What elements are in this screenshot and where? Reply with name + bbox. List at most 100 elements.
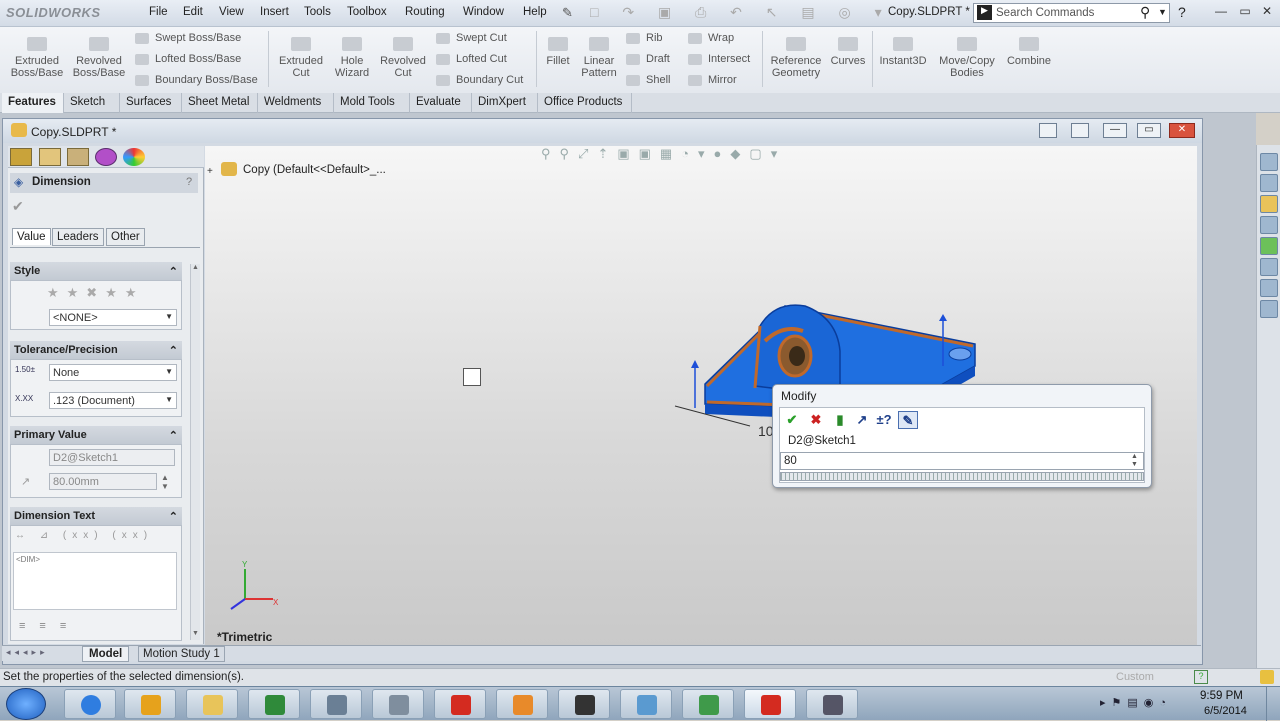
value-spinner[interactable]: ▲ ▼ [161, 473, 169, 491]
menu-toolbox[interactable]: Toolbox [347, 6, 387, 18]
tab-dimxpert[interactable]: DimXpert [472, 93, 538, 113]
tab-value[interactable]: Value [12, 228, 51, 245]
chevron-down-icon[interactable]: ▼ [1158, 7, 1167, 17]
taskbar-ie[interactable] [64, 689, 116, 719]
doc-maximize-button[interactable]: ▭ [1137, 123, 1161, 138]
property-manager-icon[interactable] [39, 148, 61, 166]
configuration-manager-icon[interactable] [67, 148, 89, 166]
start-button[interactable] [6, 688, 46, 720]
menu-tools[interactable]: Tools [304, 6, 331, 18]
show-desktop-button[interactable] [1266, 687, 1280, 721]
modify-value-input[interactable]: 80 ▲ ▼ [780, 452, 1144, 470]
style-favorites-icons[interactable]: ★★✖★★ [47, 285, 145, 301]
tab-features[interactable]: Features [2, 93, 64, 113]
menu-edit[interactable]: Edit [183, 6, 203, 18]
notification-icon[interactable] [1260, 670, 1274, 684]
units-status[interactable]: Custom [1116, 671, 1154, 683]
tab-mold-tools[interactable]: Mold Tools [334, 93, 410, 113]
library-icon[interactable] [1260, 300, 1278, 318]
tab-office-products[interactable]: Office Products [538, 93, 632, 113]
dimension-text-header[interactable]: Dimension Text ⌃ [10, 507, 182, 525]
expand-tree-icon[interactable]: + [207, 166, 213, 177]
revolved-boss-button[interactable]: Revolved Boss/Base [70, 37, 128, 79]
system-tray-icons[interactable]: ▸⚑▤◉◔ [1100, 696, 1172, 709]
restore-button[interactable]: ▭ [1234, 4, 1256, 21]
feature-manager-icon[interactable] [10, 148, 32, 166]
dimension-text-tools-icons[interactable]: ↔ ⊿ (xx) (xx) [15, 530, 153, 541]
reset-spin-icon[interactable]: ✎ [898, 411, 918, 429]
boundary-cut-button[interactable]: Boundary Cut [436, 74, 523, 86]
fillet-button[interactable]: Fillet [540, 37, 576, 67]
linear-pattern-button[interactable]: Linear Pattern [578, 37, 620, 79]
curves-button[interactable]: Curves [828, 37, 868, 67]
extruded-cut-button[interactable]: Extruded Cut [274, 37, 328, 79]
minimize-button[interactable]: — [1210, 4, 1232, 21]
mirror-button[interactable]: Mirror [688, 74, 737, 86]
taskbar-camtasia[interactable] [372, 689, 424, 719]
tab-weldments[interactable]: Weldments [258, 93, 334, 113]
ok-check-icon[interactable]: ✔ [12, 198, 24, 215]
search-scope-icon[interactable]: ▶ [977, 5, 992, 20]
tab-motion-study[interactable]: Motion Study 1 [138, 646, 225, 662]
text-justify-icons[interactable]: ≡≡≡ [19, 620, 80, 632]
cascade-icon[interactable] [1071, 123, 1089, 138]
taskbar-cmd[interactable] [558, 689, 610, 719]
taskbar-info-app[interactable] [310, 689, 362, 719]
resources-icon[interactable] [1260, 174, 1278, 192]
taskbar-explorer[interactable] [186, 689, 238, 719]
swept-cut-button[interactable]: Swept Cut [436, 32, 507, 44]
tab-sketch[interactable]: Sketch [64, 93, 120, 113]
reference-geometry-button[interactable]: Reference Geometry [766, 37, 826, 79]
heads-up-view-toolbar[interactable]: ⚲⚲⤢⇡▣▣▦◔▾●◆▢▾ [541, 146, 786, 162]
menu-file[interactable]: File [149, 6, 168, 18]
panel-scrollbar[interactable]: ▲ ▼ [190, 264, 200, 640]
tab-leaders[interactable]: Leaders [52, 228, 104, 246]
rib-button[interactable]: Rib [626, 32, 663, 44]
tab-scroll-arrows[interactable]: ◂◂◂▸▸ [6, 647, 49, 658]
intersect-button[interactable]: Intersect [688, 53, 750, 65]
clock-time[interactable]: 9:59 PM [1200, 690, 1243, 702]
clock-date[interactable]: 6/5/2014 [1204, 705, 1247, 717]
primary-value-header[interactable]: Primary Value ⌃ [10, 426, 182, 444]
taskbar-solidworks-1[interactable] [434, 689, 486, 719]
mark-for-drawing-icon[interactable]: ±? [874, 411, 894, 429]
reverse-sense-icon[interactable]: ↗ [852, 411, 872, 429]
taskbar-book[interactable] [620, 689, 672, 719]
help-icon[interactable]: ? [186, 176, 192, 188]
dimension-value-field[interactable]: 80.00mm [49, 473, 157, 490]
tolerance-type-dropdown[interactable]: None ▼ [49, 364, 177, 381]
taskbar-solidworks-active[interactable] [744, 689, 796, 719]
revolved-cut-button[interactable]: Revolved Cut [376, 37, 430, 79]
taskbar-sw-explorer[interactable] [496, 689, 548, 719]
swept-boss-button[interactable]: Swept Boss/Base [135, 32, 241, 44]
taskbar-excel[interactable] [248, 689, 300, 719]
appearances-icon[interactable] [1260, 258, 1278, 276]
instant3d-button[interactable]: Instant3D [876, 37, 930, 67]
shell-button[interactable]: Shell [626, 74, 670, 86]
search-input[interactable]: Search Commands [996, 7, 1094, 19]
tab-model[interactable]: Model [82, 646, 130, 662]
taskbar-outlook[interactable] [124, 689, 176, 719]
taskbar-recorder[interactable] [806, 689, 858, 719]
wrap-button[interactable]: Wrap [688, 32, 734, 44]
tab-evaluate[interactable]: Evaluate [410, 93, 472, 113]
menu-routing[interactable]: Routing [405, 6, 445, 18]
tab-other[interactable]: Other [106, 228, 145, 246]
help-status-icon[interactable]: ? [1194, 670, 1208, 684]
move-copy-bodies-button[interactable]: Move/Copy Bodies [934, 37, 1000, 79]
display-manager-icon[interactable] [123, 148, 145, 166]
tolerance-header[interactable]: Tolerance/Precision ⌃ [10, 341, 182, 359]
dimxpert-manager-icon[interactable] [95, 148, 117, 166]
menu-window[interactable]: Window [463, 6, 504, 18]
flyout-tree-label[interactable]: Copy (Default<<Default>_... [243, 164, 386, 176]
style-dropdown[interactable]: <NONE> ▼ [49, 309, 177, 326]
lofted-boss-button[interactable]: Lofted Boss/Base [135, 53, 241, 65]
search-commands[interactable]: ▶ Search Commands ⚲ ▼ [973, 3, 1170, 23]
menu-view[interactable]: View [219, 6, 244, 18]
rebuild-icon[interactable]: ▮ [830, 411, 850, 429]
view-palette-icon[interactable] [1260, 237, 1278, 255]
custom-properties-icon[interactable] [1260, 279, 1278, 297]
menu-help[interactable]: Help [523, 6, 547, 18]
tile-icon[interactable] [1039, 123, 1057, 138]
hole-wizard-button[interactable]: Hole Wizard [328, 37, 376, 79]
